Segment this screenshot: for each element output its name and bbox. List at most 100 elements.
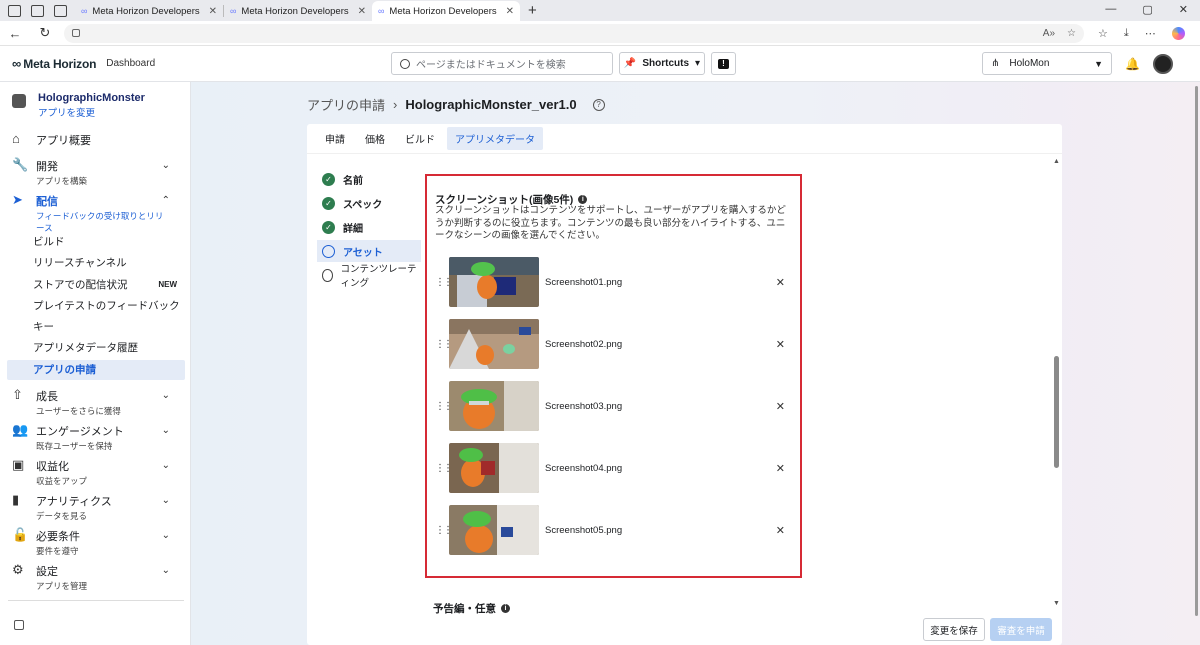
project-icon	[12, 94, 26, 108]
step-content-rating[interactable]: コンテンツレーティング	[317, 264, 421, 289]
chevron-down-icon: ▾	[695, 58, 701, 69]
downloads-icon[interactable]: ⤓	[1124, 27, 1129, 40]
url-field[interactable]: A» ☆	[64, 23, 1084, 43]
app-header: ∞ Meta Horizon Dashboard ページまたはドキュメントを検索…	[0, 46, 1200, 82]
save-changes-button[interactable]: 変更を保存	[923, 618, 985, 641]
new-tab-button[interactable]: +	[520, 2, 545, 21]
step-specs[interactable]: ✓ スペック	[317, 192, 421, 214]
breadcrumb: アプリの申請 › HolographicMonster_ver1.0 ?	[307, 95, 605, 114]
drag-handle-icon[interactable]: ⋮⋮	[435, 463, 453, 473]
collapse-sidebar-icon[interactable]	[14, 620, 24, 630]
back-icon[interactable]: ←	[0, 26, 30, 41]
sidebar-subitem-builds[interactable]: ビルド	[7, 232, 185, 252]
info-icon[interactable]: i	[578, 195, 588, 204]
step-name[interactable]: ✓ 名前	[317, 168, 421, 190]
tab-submission[interactable]: 申請	[317, 127, 353, 150]
sidebar-item-distribute[interactable]: ➤ 配信 フィードバックの受け取りとリリース ⌃	[0, 193, 190, 234]
page-scrollbar[interactable]	[1192, 82, 1200, 645]
extensions-icon[interactable]: ⋯	[1145, 27, 1156, 40]
browser-tab[interactable]: ∞ Meta Horizon Developers ✕	[224, 1, 372, 21]
close-tab-icon[interactable]: ✕	[506, 6, 514, 17]
sidebar-item-overview[interactable]: ⌂ アプリ概要	[0, 132, 190, 148]
screenshot-04-image	[449, 443, 539, 493]
submission-panel: 申請 価格 ビルド アプリメタデータ ✓ 名前 ✓ スペック ✓ 詳細 アセット	[307, 124, 1062, 645]
meta-horizon-logo[interactable]: ∞ Meta Horizon Dashboard	[12, 56, 155, 71]
tab-app-metadata[interactable]: アプリメタデータ	[447, 127, 543, 150]
check-icon: ✓	[322, 172, 335, 186]
screenshot-thumbnail	[449, 505, 539, 555]
sidebar-subitem-metadata-history[interactable]: アプリメタデータ履歴	[7, 338, 185, 358]
remove-icon[interactable]: ✕	[776, 524, 785, 537]
drag-handle-icon[interactable]: ⋮⋮	[435, 525, 453, 535]
step-details[interactable]: ✓ 詳細	[317, 216, 421, 238]
drag-handle-icon[interactable]: ⋮⋮	[435, 339, 453, 349]
maximize-button[interactable]: ▢	[1142, 3, 1152, 16]
favorite-star-icon[interactable]: ☆	[1067, 28, 1076, 39]
tab-actions-icon[interactable]	[54, 5, 67, 17]
tab-price[interactable]: 価格	[357, 127, 393, 150]
screenshot-row: ⋮⋮ Screenshot04.png ✕	[435, 442, 785, 494]
breadcrumb-parent[interactable]: アプリの申請	[307, 95, 385, 114]
avatar[interactable]	[1153, 53, 1173, 74]
search-input[interactable]: ページまたはドキュメントを検索	[391, 52, 613, 75]
sidebar-subitem-store-status[interactable]: ストアでの配信状況 NEW	[7, 275, 185, 295]
browser-tab[interactable]: ∞ Meta Horizon Developers ✕	[75, 1, 223, 21]
reload-icon[interactable]: ↻	[30, 25, 60, 41]
sidebar-subitem-app-submission[interactable]: アプリの申請	[7, 360, 185, 380]
close-window-button[interactable]: ✕	[1179, 3, 1188, 16]
info-icon[interactable]: i	[501, 604, 510, 613]
remove-icon[interactable]: ✕	[776, 400, 785, 413]
minimize-button[interactable]: —	[1105, 3, 1116, 16]
browser-tab-active[interactable]: ∞ Meta Horizon Developers ✕	[372, 1, 520, 21]
lock-icon: 🔓	[12, 527, 29, 542]
drag-handle-icon[interactable]: ⋮⋮	[435, 277, 453, 287]
tab-build[interactable]: ビルド	[397, 127, 443, 150]
sidebar-divider	[8, 600, 184, 601]
close-tab-icon[interactable]: ✕	[209, 6, 217, 17]
help-icon[interactable]: ?	[592, 98, 605, 111]
main-content: アプリの申請 › HolographicMonster_ver1.0 ? 申請 …	[191, 82, 1200, 645]
copilot-icon[interactable]	[1171, 26, 1185, 40]
remove-icon[interactable]: ✕	[776, 276, 785, 289]
remove-icon[interactable]: ✕	[776, 338, 785, 351]
notification-bell-icon[interactable]: 🔔	[1125, 57, 1140, 71]
screenshot-filename: Screenshot01.png	[545, 276, 623, 288]
profile-icon[interactable]	[8, 5, 21, 17]
pin-icon: 📌	[623, 58, 637, 69]
sidebar-item-analytics[interactable]: ▮ アナリティクス データを見る ⌄	[0, 493, 190, 522]
shortcuts-button[interactable]: 📌 Shortcuts ▾	[619, 52, 705, 75]
screenshot-filename: Screenshot04.png	[545, 462, 623, 474]
app-selector[interactable]: ⋔ HoloMon ▼	[982, 52, 1112, 75]
panel-scrollbar[interactable]	[1054, 356, 1059, 468]
sidebar-subitem-release-channels[interactable]: リリースチャンネル	[7, 253, 185, 273]
browser-tab-bar: ∞ Meta Horizon Developers ✕ ∞ Meta Horiz…	[0, 0, 1200, 21]
drag-handle-icon[interactable]: ⋮⋮	[435, 401, 453, 411]
favorites-icon[interactable]: ☆	[1098, 27, 1108, 40]
sidebar-item-develop[interactable]: 🔧 開発 アプリを構築 ⌄	[0, 158, 190, 187]
circle-icon	[322, 268, 333, 282]
read-aloud-icon[interactable]: A»	[1043, 28, 1055, 39]
screenshot-row: ⋮⋮ Screenshot03.png ✕	[435, 380, 785, 432]
close-tab-icon[interactable]: ✕	[358, 6, 366, 17]
change-app-link[interactable]: アプリを変更	[38, 105, 145, 119]
growth-icon: ⇧	[12, 387, 23, 402]
remove-icon[interactable]: ✕	[776, 462, 785, 475]
workspaces-icon[interactable]	[31, 5, 44, 17]
feedback-button[interactable]: !	[711, 52, 736, 75]
sidebar-item-requirements[interactable]: 🔓 必要条件 要件を遵守 ⌄	[0, 528, 190, 557]
sidebar-subitem-playtest-feedback[interactable]: プレイテストのフィードバック	[7, 296, 185, 316]
submit-review-button[interactable]: 審査を申請	[990, 618, 1052, 641]
app-tree-icon: ⋔	[991, 58, 1000, 69]
sidebar: HolographicMonster アプリを変更 ⌂ アプリ概要 🔧 開発 アプ…	[0, 82, 191, 645]
meta-favicon-icon: ∞	[378, 6, 385, 16]
chevron-up-icon: ⌃	[161, 195, 170, 206]
scroll-up-icon[interactable]: ▲	[1053, 158, 1060, 165]
scroll-down-icon[interactable]: ▼	[1053, 600, 1060, 607]
step-assets[interactable]: アセット	[317, 240, 421, 262]
sidebar-subitem-keys[interactable]: キー	[7, 317, 185, 337]
project-switcher[interactable]: HolographicMonster アプリを変更	[0, 82, 190, 129]
sidebar-item-engagement[interactable]: 👥 エンゲージメント 既存ユーザーを保持 ⌄	[0, 423, 190, 452]
sidebar-item-monetization[interactable]: ▣ 収益化 収益をアップ ⌄	[0, 458, 190, 487]
sidebar-item-growth[interactable]: ⇧ 成長 ユーザーをさらに獲得 ⌄	[0, 388, 190, 417]
sidebar-item-settings[interactable]: ⚙ 設定 アプリを管理 ⌄	[0, 563, 190, 592]
